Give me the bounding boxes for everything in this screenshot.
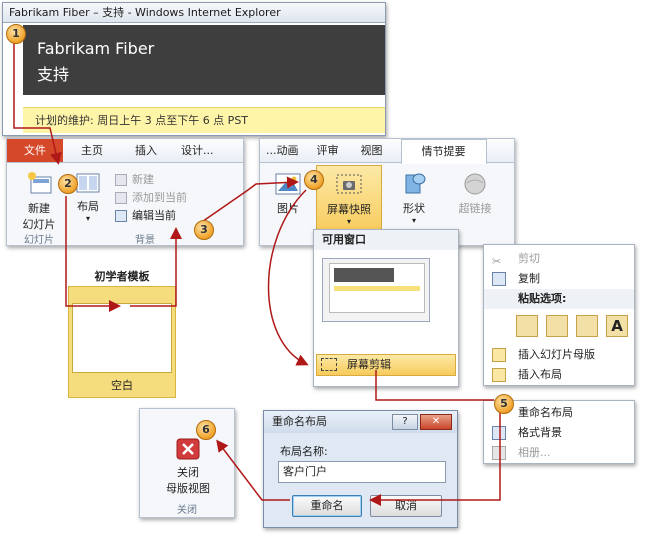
callout-2: 2: [58, 174, 78, 194]
arrow-5b: [369, 412, 501, 506]
callout-4: 4: [304, 170, 324, 190]
callout-3: 3: [194, 220, 214, 240]
arrow-3: [195, 176, 299, 227]
arrow-2b: [130, 227, 182, 307]
callout-5: 5: [494, 394, 514, 414]
arrow-6: [216, 439, 290, 501]
callout-6: 6: [196, 420, 216, 440]
callout-1: 1: [6, 24, 26, 44]
arrows-overlay: [13, 42, 501, 506]
arrow-4: [267, 189, 309, 366]
arrow-1: [13, 42, 62, 165]
arrow-5a: [375, 370, 494, 401]
arrow-2: [65, 196, 121, 312]
